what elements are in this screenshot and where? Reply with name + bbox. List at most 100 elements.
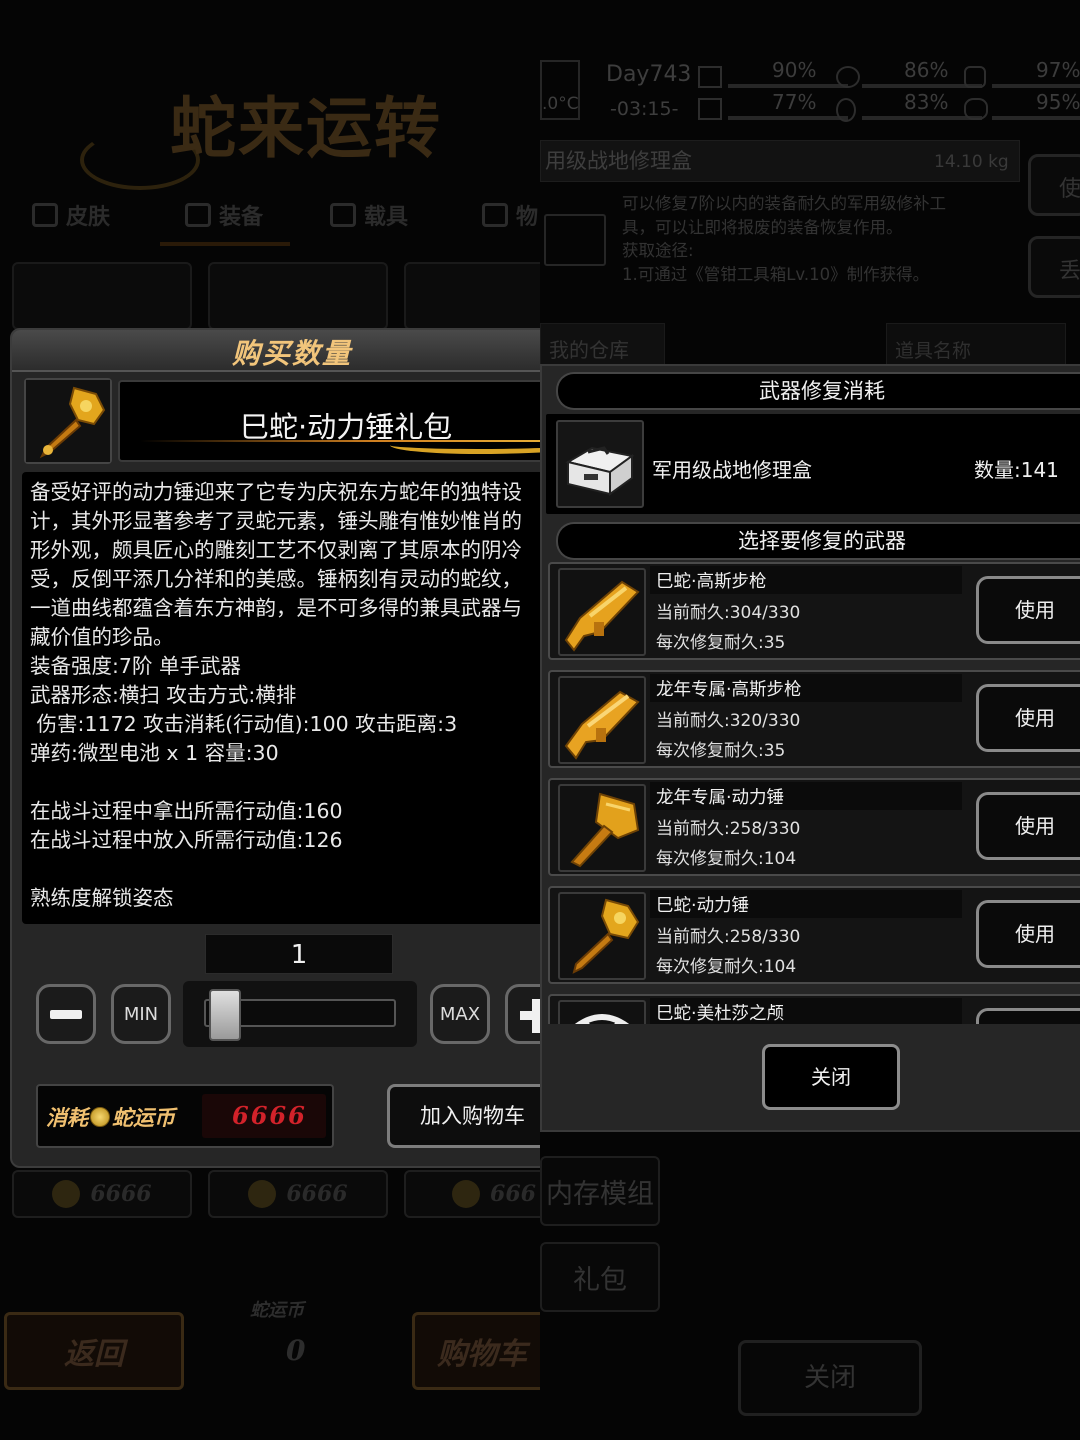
weapon-row: 龙年专属·动力锤 当前耐久:258/330 每次修复耐久:104 使用 xyxy=(548,778,1080,876)
back-button[interactable]: 返回 xyxy=(4,1312,184,1390)
coin-icon xyxy=(452,1180,481,1208)
discard-item-button[interactable]: 丢 xyxy=(1028,236,1080,298)
stomach-icon xyxy=(836,66,860,88)
shop-screen: 蛇来运转 皮肤 装备 载具 物 6666 6666 666 返回 蛇运币 0 购… xyxy=(0,0,540,1440)
medusa-head-icon xyxy=(574,1014,630,1024)
price-card[interactable]: 6666 xyxy=(12,1170,192,1218)
item-icon-frame xyxy=(24,378,112,464)
weapon-durability: 当前耐久:258/330 xyxy=(656,819,801,839)
repair-kit-row: 军用级战地修理盒 数量:141 xyxy=(546,414,1080,514)
item-name-banner: 巳蛇·动力锤礼包 xyxy=(118,380,540,462)
tab-skin[interactable]: 皮肤 xyxy=(32,196,110,234)
use-button[interactable] xyxy=(976,1008,1080,1024)
weapon-row: 巳蛇·高斯步枪 当前耐久:304/330 每次修复耐久:35 使用 xyxy=(548,562,1080,660)
price-card[interactable]: 6666 xyxy=(208,1170,388,1218)
heart-pct: 95% xyxy=(1036,90,1080,114)
cost-value-box: 6666 xyxy=(202,1094,326,1138)
power-hammer-icon xyxy=(26,380,110,462)
weapon-list[interactable]: 巳蛇·高斯步枪 当前耐久:304/330 每次修复耐久:35 使用 龙年专属·高… xyxy=(548,562,1080,1024)
shopping-cart-button[interactable]: 购物车 xyxy=(412,1312,540,1390)
coin-icon xyxy=(248,1180,277,1208)
select-weapon-header: 选择要修复的武器 xyxy=(556,522,1080,560)
heart-icon xyxy=(964,98,988,120)
weapon-icon-frame xyxy=(558,892,646,980)
stamina-icon xyxy=(698,98,722,120)
use-item-button[interactable]: 使 xyxy=(1028,154,1080,216)
increase-button[interactable] xyxy=(505,984,540,1044)
water-bar xyxy=(862,116,982,120)
active-tab-indicator xyxy=(160,242,290,246)
weapon-icon-frame xyxy=(558,784,646,872)
food-pct: 86% xyxy=(904,58,949,82)
item-description: 备受好评的动力锤迎来了它专为庆祝东方蛇年的独特设 计，其外形显著参考了灵蛇元素，… xyxy=(22,472,540,924)
inventory-screen: .0°C Day743 -03:15- 90% 86% 97% 77% 83% … xyxy=(540,0,1080,1440)
use-button[interactable]: 使用 xyxy=(976,576,1080,644)
weapon-name: 巳蛇·高斯步枪 xyxy=(656,572,767,592)
water-drop-icon xyxy=(836,98,856,122)
skin-icon xyxy=(32,203,58,227)
decrease-button[interactable] xyxy=(36,984,96,1044)
weapon-repair-amount: 每次修复耐久:35 xyxy=(656,741,786,761)
repair-kit-quantity: 数量:141 xyxy=(974,458,1059,482)
stamina-pct: 77% xyxy=(772,90,817,114)
use-button[interactable]: 使用 xyxy=(976,684,1080,752)
shop-card[interactable] xyxy=(12,262,192,330)
stamina-bar xyxy=(728,116,848,120)
weapon-durability: 当前耐久:320/330 xyxy=(656,711,801,731)
car-icon xyxy=(330,203,356,227)
power-hammer-icon xyxy=(570,792,640,868)
weapon-repair-amount: 每次修复耐久:35 xyxy=(656,633,786,653)
gauss-rifle-icon xyxy=(564,580,640,652)
coin-icon xyxy=(90,1107,110,1127)
weapon-icon-frame xyxy=(558,568,646,656)
use-button[interactable]: 使用 xyxy=(976,900,1080,968)
weapon-name: 巳蛇·动力锤 xyxy=(656,896,750,916)
max-button[interactable]: MAX xyxy=(430,984,490,1044)
tab-items[interactable]: 物 xyxy=(482,196,538,234)
tab-equipment[interactable]: 装备 xyxy=(185,196,263,234)
weapon-icon-frame xyxy=(558,676,646,764)
temperature: .0°C xyxy=(542,94,579,114)
shop-card[interactable] xyxy=(208,262,388,330)
power-hammer-icon xyxy=(572,898,640,974)
weapon-name: 龙年专属·高斯步枪 xyxy=(656,680,802,700)
game-time: -03:15- xyxy=(610,98,679,120)
cost-label: 消耗 蛇运币 xyxy=(46,1105,175,1130)
tab-vehicle[interactable]: 载具 xyxy=(330,196,408,234)
health-pct: 90% xyxy=(772,58,817,82)
mental-pct: 97% xyxy=(1036,58,1080,82)
minus-icon xyxy=(50,1009,82,1019)
weapon-repair-dialog: 武器修复消耗 军用级战地修理盒 数量:141 选择要修复的武器 巳蛇·高斯步枪 … xyxy=(540,364,1080,1132)
quantity-display: 1 xyxy=(205,934,393,974)
health-bar xyxy=(728,84,848,88)
weapon-name: 龙年专属·动力锤 xyxy=(656,788,785,808)
mental-bar xyxy=(992,84,1080,88)
coin-balance-label: 蛇运币 xyxy=(250,1300,304,1321)
weapon-row: 巳蛇·动力锤 当前耐久:258/330 每次修复耐久:104 使用 xyxy=(548,886,1080,984)
shop-card[interactable] xyxy=(404,262,540,330)
weapon-row: 巳蛇·美杜莎之颅 xyxy=(548,994,1080,1024)
day-counter: Day743 xyxy=(606,62,692,87)
coin-balance-value: 0 xyxy=(286,1334,306,1367)
price-card[interactable]: 666 xyxy=(404,1170,540,1218)
repair-kit-name: 军用级战地修理盒 xyxy=(652,458,812,482)
weapon-repair-amount: 每次修复耐久:104 xyxy=(656,849,797,869)
weapon-name: 巳蛇·美杜莎之颅 xyxy=(656,1004,785,1024)
use-button[interactable]: 使用 xyxy=(976,792,1080,860)
water-pct: 83% xyxy=(904,90,949,114)
gauss-rifle-icon xyxy=(564,690,640,760)
box-icon xyxy=(482,203,508,227)
quantity-slider[interactable] xyxy=(183,981,417,1047)
inventory-close-button[interactable]: 关闭 xyxy=(738,1340,922,1416)
toolbox-icon xyxy=(544,214,606,266)
slider-thumb[interactable] xyxy=(209,989,241,1041)
selected-item-description: 可以修复7阶以内的装备耐久的军用级修补工 具，可以让即将报废的装备恢复作用。 获… xyxy=(622,194,946,284)
side-category-memory[interactable]: 内存模组 xyxy=(540,1156,660,1226)
item-weight: 14.10 kg xyxy=(934,152,1009,172)
buy-quantity-dialog: 购买数量 巳蛇·动力锤礼包 备受好评的动力锤迎来了它专为庆祝东方蛇年的独特设 计… xyxy=(10,328,540,1168)
side-category-gift[interactable]: 礼包 xyxy=(540,1242,660,1312)
min-button[interactable]: MIN xyxy=(111,984,171,1044)
repair-close-button[interactable]: 关闭 xyxy=(762,1044,900,1110)
heart-bar xyxy=(992,116,1080,120)
add-to-cart-button[interactable]: 加入购物车 xyxy=(387,1084,540,1148)
